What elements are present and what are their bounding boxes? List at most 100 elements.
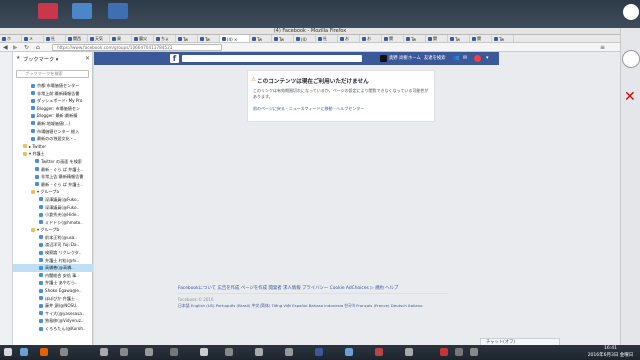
bookmark-item[interactable]: 最新のの独居文化・.. [13, 135, 93, 143]
tray-icon[interactable] [455, 348, 463, 356]
tab[interactable]: 社 [44, 35, 66, 42]
bookmark-item[interactable]: 弁護士 村松(@hi.. [13, 257, 93, 265]
app-launcher-icon[interactable] [145, 348, 153, 356]
tab[interactable]: (4) [294, 35, 316, 42]
bookmark-item[interactable]: ほぼびか 弁護士 .. [13, 295, 93, 303]
fb-home-link[interactable]: ホーム [408, 55, 421, 62]
tray-icon[interactable] [470, 348, 478, 356]
tab[interactable]: お [338, 35, 360, 42]
home-icon[interactable]: ⌂ [36, 44, 40, 51]
desktop-folder-blue-icon[interactable] [72, 3, 92, 19]
bookmark-item[interactable]: サイ大(@yasesasa.. [13, 310, 93, 318]
facebook-logo[interactable]: f [170, 54, 179, 63]
sidebar-header[interactable]: ブックマーク ▾ [23, 56, 58, 63]
tab[interactable]: Tw [198, 35, 220, 42]
tab[interactable]: (4) × [220, 35, 250, 42]
bookmark-item[interactable]: 弁護士 あやむら.. [13, 279, 93, 287]
desktop-window-icon[interactable] [108, 3, 128, 19]
app-launcher-icon[interactable] [375, 348, 383, 356]
bookmark-folder[interactable]: ▸ Twitter [13, 143, 93, 151]
avatar[interactable] [380, 55, 387, 62]
bookmark-item[interactable]: くろろたん(@Kuroh.. [13, 325, 93, 333]
bookmark-item[interactable]: 検察論 リクレクタ.. [13, 249, 93, 257]
sidebar-close-icon[interactable]: ✕ [85, 55, 90, 62]
terminal-icon[interactable] [60, 348, 68, 356]
tab[interactable]: 関 [382, 35, 404, 42]
footer-links[interactable]: Facebookについて 広告を作成 ページを作成 開発者 求人情報 プライバシ… [178, 285, 398, 291]
bookmark-folder[interactable]: ▾ 弁護士 [13, 150, 93, 158]
bookmark-item[interactable]: 非常上前:最新精報告書 [13, 90, 93, 98]
error-links[interactable]: 前のページに戻る · ニュースフィードに移動 · ヘルプセンター [253, 106, 364, 112]
bookmark-search-input[interactable]: ブックマークを検索 [16, 70, 89, 78]
bookmark-item[interactable]: 最新 - ぐら ぱ 弁護士.. [13, 181, 93, 189]
bookmark-item[interactable]: ミドトシ(@hmoto.. [13, 219, 93, 227]
tab[interactable]: メ [22, 35, 44, 42]
bookmark-item[interactable]: 高橋善(@高橋.. [13, 264, 93, 272]
bookmark-item[interactable]: 独島帥(@Vidyeruz.. [13, 317, 93, 325]
bookmark-item[interactable]: 市場価値センター 総入 [13, 128, 93, 136]
app-launcher-icon[interactable] [100, 348, 108, 356]
app-launcher-icon[interactable] [120, 348, 128, 356]
facebook-search-input[interactable] [182, 55, 362, 62]
tab[interactable]: ホ [0, 35, 22, 42]
bookmark-item[interactable]: 藤井 頭(@NOSU.. [13, 302, 93, 310]
bookmark-item[interactable]: 京都:市場価値センター [13, 82, 93, 90]
bookmark-folder[interactable]: ▾ グループa [13, 188, 93, 196]
app-launcher-icon[interactable] [405, 348, 413, 356]
files-icon[interactable] [20, 348, 28, 356]
tab[interactable]: Tw [176, 35, 198, 42]
fb-user-name[interactable]: 奥野 尚樹 [389, 55, 408, 62]
firefox-icon[interactable] [40, 348, 48, 356]
app-launcher-icon[interactable] [255, 348, 263, 356]
menu-icon[interactable]: ≡ [600, 44, 605, 51]
language-links[interactable]: 日本語 English (US) Português (Brasil) 中文(简… [178, 303, 422, 309]
close-x-icon[interactable]: ✕ [624, 90, 638, 104]
fb-find-friends-link[interactable]: 友達を検索 [424, 55, 445, 62]
bookmark-item[interactable]: Blogger: 市場価値セン [13, 105, 93, 113]
url-bar[interactable]: https://www.facebook.com/groups/10664704… [52, 44, 222, 51]
bookmark-item[interactable]: Blogger: 最新:最新精 [13, 112, 93, 120]
app-launcher-icon[interactable] [200, 348, 208, 356]
bookmark-item[interactable]: 深澤議員(@Fuko.. [13, 204, 93, 212]
bookmark-item[interactable]: 深澤議員(@Fuko.. [13, 196, 93, 204]
bookmark-folder[interactable]: ▾ グループb [13, 226, 93, 234]
tab[interactable]: 関 [426, 35, 448, 42]
bookmark-item[interactable]: Shoko Egawa@e.. [13, 287, 93, 295]
notifications-icon[interactable] [474, 55, 481, 62]
bookmark-item[interactable]: Twitter の画面 を検索 [13, 158, 93, 166]
bookmark-item[interactable]: 前本正利(@usa.. [13, 234, 93, 242]
forward-icon[interactable]: ▶ [13, 44, 18, 51]
app-launcher-icon[interactable] [170, 348, 178, 356]
tab[interactable]: Tw [272, 35, 294, 42]
tab[interactable]: 社 [316, 35, 338, 42]
back-icon[interactable]: ◀ [3, 44, 8, 51]
tab[interactable]: Tw [492, 35, 514, 42]
settings-dropdown-icon[interactable]: ▾ [486, 55, 489, 61]
tab[interactable]: ちょ [154, 35, 176, 42]
tab[interactable]: Tw [448, 35, 470, 42]
bookmark-item[interactable]: 小倉秀夫(@Hide.. [13, 211, 93, 219]
tab[interactable]: お [360, 35, 382, 42]
desktop-folder-red-icon[interactable] [38, 3, 58, 19]
app-launcher-icon[interactable] [315, 348, 323, 356]
tab[interactable]: 関西 [66, 35, 88, 42]
messages-icon[interactable]: ✉ [463, 55, 467, 61]
tab[interactable]: Tw [250, 35, 272, 42]
app-launcher-icon[interactable] [225, 348, 233, 356]
tray-icon[interactable] [440, 348, 448, 356]
app-launcher-icon[interactable] [285, 348, 293, 356]
tab[interactable]: 震災 [132, 35, 154, 42]
bookmark-item[interactable]: 最新 - ぐら ぱ 弁護士.. [13, 166, 93, 174]
bookmark-item[interactable]: 非常上告:最新精報告書 [13, 173, 93, 181]
tab[interactable]: 天気 [88, 35, 110, 42]
start-menu-icon[interactable] [4, 348, 12, 356]
tab[interactable]: 資 [110, 35, 132, 42]
tab[interactable]: 関 [470, 35, 492, 42]
bookmark-item[interactable]: 最新:地域価値(...) [13, 120, 93, 128]
bookmark-item[interactable]: ダッシュボード‹ My Pro [13, 97, 93, 105]
bookmark-item[interactable]: 渡辺洋司 Yuji Da.. [13, 241, 93, 249]
friend-requests-icon[interactable]: 👥 [453, 55, 459, 61]
tab[interactable]: Tw [404, 35, 426, 42]
bookmark-item[interactable]: 内閣総合 安倍 事.. [13, 272, 93, 280]
app-launcher-icon[interactable] [345, 348, 353, 356]
